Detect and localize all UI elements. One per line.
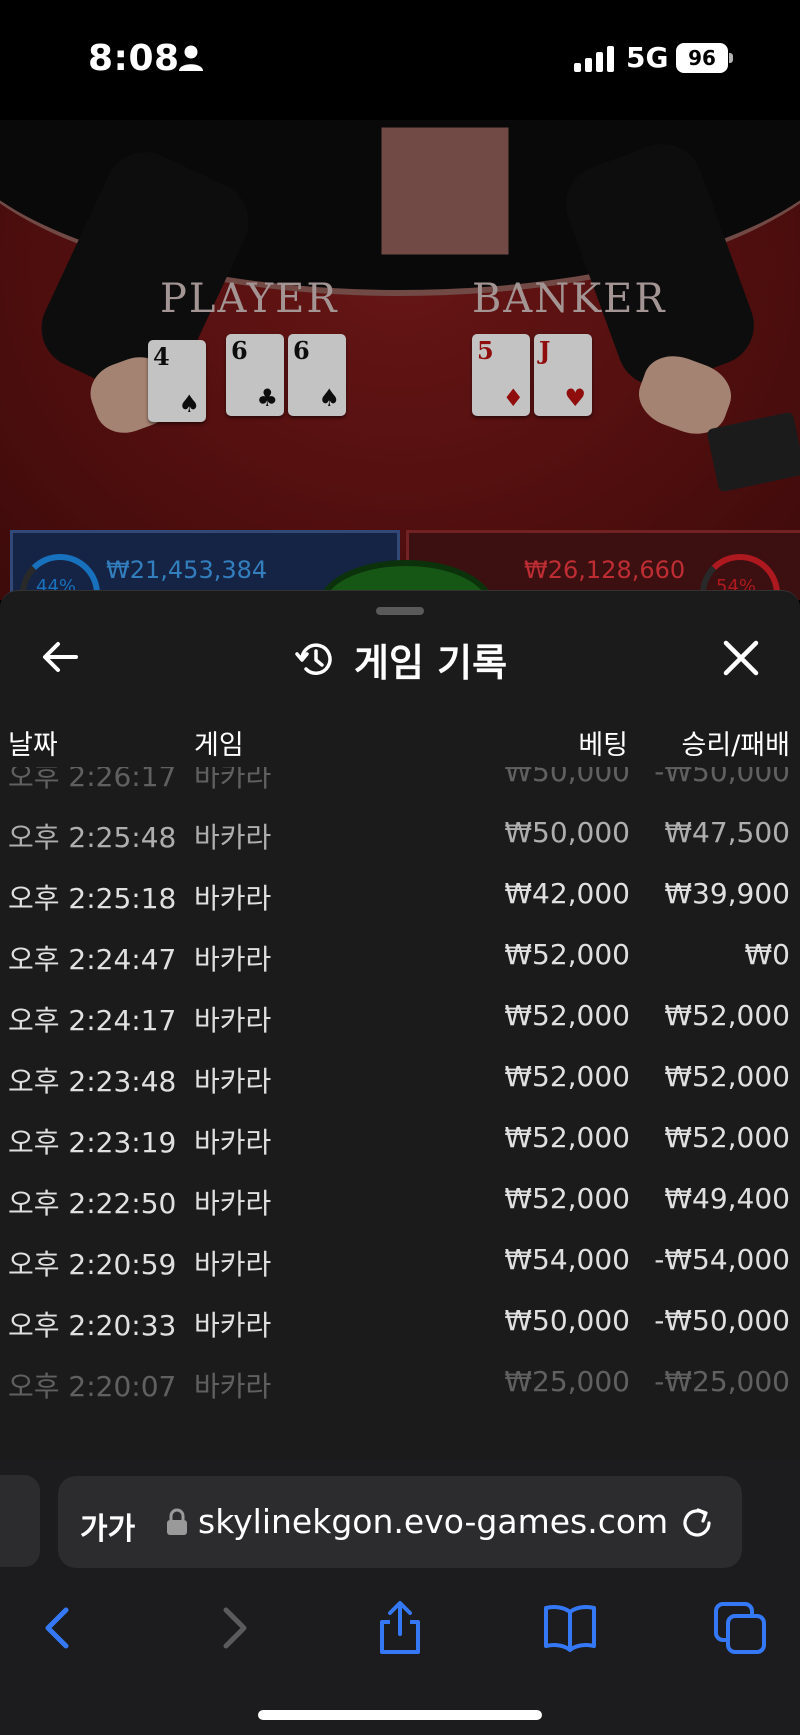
row-date: 오후 2:20:59	[8, 1248, 177, 1281]
forward-icon[interactable]	[204, 1600, 260, 1656]
row-game: 바카라	[194, 1370, 272, 1403]
history-row[interactable]: 오후 2:25:48 바카라 ₩50,000 ₩47,500	[0, 802, 800, 863]
row-result: -₩50,000	[654, 767, 790, 788]
row-game: 바카라	[194, 1065, 272, 1098]
row-game: 바카라	[194, 821, 272, 854]
history-row[interactable]: 오후 2:24:47 바카라 ₩52,000 ₩0	[0, 924, 800, 985]
person-icon	[179, 45, 203, 71]
network-type: 5G	[626, 41, 669, 74]
row-date: 오후 2:23:48	[8, 1065, 177, 1098]
row-bet: ₩52,000	[504, 1182, 630, 1215]
row-bet: ₩52,000	[504, 938, 630, 971]
back-arrow-icon[interactable]	[38, 635, 82, 679]
battery-level: 96	[676, 43, 728, 73]
row-game: 바카라	[194, 1187, 272, 1220]
game-history-sheet: 게임 기록 날짜 게임 베팅 승리/패배 오후 2:26:17 바카라 ₩50,…	[0, 590, 800, 1461]
close-icon[interactable]	[718, 635, 764, 681]
row-result: ₩52,000	[664, 1121, 790, 1154]
column-date: 날짜	[8, 730, 58, 761]
sheet-grabber[interactable]	[376, 607, 424, 615]
row-result: -₩25,000	[654, 1365, 790, 1398]
row-date: 오후 2:23:19	[8, 1126, 177, 1159]
row-date: 오후 2:24:17	[8, 1004, 177, 1037]
history-list[interactable]: 오후 2:26:17 바카라 ₩50,000 -₩50,000 오후 2:25:…	[0, 767, 800, 1437]
row-bet: ₩54,000	[504, 1243, 630, 1276]
row-game: 바카라	[194, 1309, 272, 1342]
row-bet: ₩50,000	[504, 816, 630, 849]
lock-icon	[167, 1508, 187, 1535]
row-game: 바카라	[194, 1126, 272, 1159]
history-row[interactable]: 오후 2:22:50 바카라 ₩52,000 ₩49,400	[0, 1168, 800, 1229]
status-bar: 8:08 5G 96	[0, 0, 800, 120]
row-game: 바카라	[194, 943, 272, 976]
row-game: 바카라	[194, 882, 272, 915]
row-date: 오후 2:25:18	[8, 882, 177, 915]
column-result: 승리/패배	[681, 730, 790, 761]
column-bet: 베팅	[578, 730, 628, 761]
sheet-header: 게임 기록	[294, 631, 507, 687]
back-icon[interactable]	[32, 1600, 88, 1656]
row-bet: ₩42,000	[504, 877, 630, 910]
url-text[interactable]: skylinekgon.evo-games.com	[198, 1502, 668, 1541]
row-bet: ₩50,000	[504, 1304, 630, 1337]
history-row[interactable]: 오후 2:23:19 바카라 ₩52,000 ₩52,000	[0, 1107, 800, 1168]
battery-icon: 96	[676, 43, 733, 73]
row-bet: ₩50,000	[504, 767, 630, 788]
row-result: ₩52,000	[664, 1060, 790, 1093]
row-result: ₩39,900	[664, 877, 790, 910]
row-date: 오후 2:20:07	[8, 1370, 177, 1403]
home-indicator[interactable]	[258, 1710, 542, 1720]
row-bet: ₩52,000	[504, 999, 630, 1032]
row-date: 오후 2:26:17	[8, 767, 177, 793]
browser-toolbar: 가가 skylinekgon.evo-games.com	[0, 1460, 800, 1735]
status-time: 8:08	[88, 38, 180, 79]
tabs-icon[interactable]	[712, 1600, 768, 1656]
history-row[interactable]: 오후 2:20:59 바카라 ₩54,000 -₩54,000	[0, 1229, 800, 1290]
row-date: 오후 2:25:48	[8, 821, 177, 854]
history-row[interactable]: 오후 2:24:17 바카라 ₩52,000 ₩52,000	[0, 985, 800, 1046]
row-date: 오후 2:20:33	[8, 1309, 177, 1342]
bookmarks-icon[interactable]	[542, 1600, 598, 1656]
row-game: 바카라	[194, 1004, 272, 1037]
history-row[interactable]: 오후 2:20:33 바카라 ₩50,000 -₩50,000	[0, 1290, 800, 1351]
address-bar[interactable]: 가가 skylinekgon.evo-games.com	[58, 1476, 742, 1568]
row-bet: ₩52,000	[504, 1121, 630, 1154]
signal-icon	[574, 46, 614, 72]
sheet-title: 게임 기록	[354, 640, 508, 685]
live-video: PLAYER BANKER 4 ♠ 6 ♣ 6 ♠ 5 ♦ J ♥ 44% 54% ₩21…	[0, 120, 800, 600]
row-result: ₩0	[744, 938, 791, 971]
table-header: 날짜 게임 베팅 승리/패배	[0, 723, 800, 767]
history-row[interactable]: 오후 2:23:48 바카라 ₩52,000 ₩52,000	[0, 1046, 800, 1107]
row-result: ₩49,400	[664, 1182, 790, 1215]
share-icon[interactable]	[372, 1600, 428, 1656]
row-date: 오후 2:24:47	[8, 943, 177, 976]
history-row[interactable]: 오후 2:26:17 바카라 ₩50,000 -₩50,000	[0, 767, 800, 802]
row-result: ₩52,000	[664, 999, 790, 1032]
history-row[interactable]: 오후 2:20:07 바카라 ₩25,000 -₩25,000	[0, 1351, 800, 1412]
row-bet: ₩25,000	[504, 1365, 630, 1398]
row-result: -₩50,000	[654, 1304, 790, 1337]
reload-icon[interactable]	[678, 1504, 716, 1542]
previous-tab-preview[interactable]	[0, 1475, 40, 1567]
history-icon	[295, 643, 332, 675]
row-date: 오후 2:22:50	[8, 1187, 177, 1220]
column-game: 게임	[194, 730, 244, 761]
row-bet: ₩52,000	[504, 1060, 630, 1093]
text-size-button[interactable]: 가가	[80, 1504, 135, 1548]
row-game: 바카라	[194, 1248, 272, 1281]
row-result: ₩47,500	[664, 816, 790, 849]
history-row[interactable]: 오후 2:25:18 바카라 ₩42,000 ₩39,900	[0, 863, 800, 924]
row-game: 바카라	[194, 767, 272, 793]
row-result: -₩54,000	[654, 1243, 790, 1276]
